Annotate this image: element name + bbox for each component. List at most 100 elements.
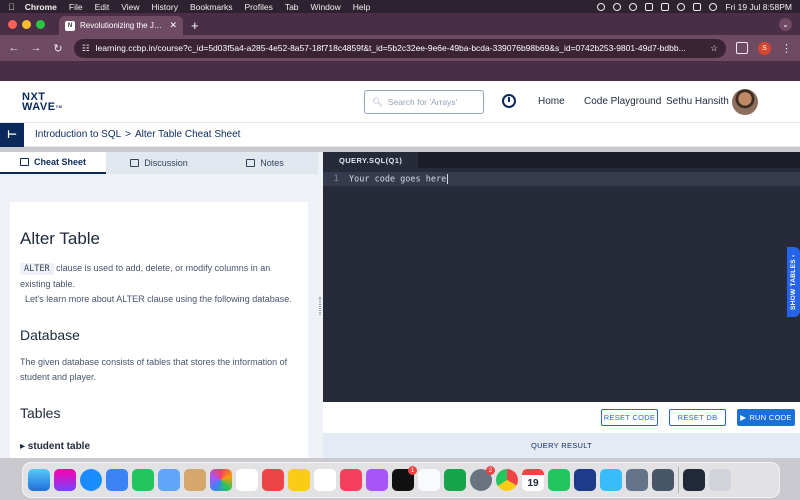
siri-icon[interactable] <box>709 2 718 11</box>
editor-line[interactable]: 1 Your code goes here <box>323 172 800 186</box>
reset-db-button[interactable]: RESET DB <box>669 409 726 426</box>
play-icon[interactable] <box>613 2 622 11</box>
freeform-icon[interactable] <box>314 469 336 491</box>
reset-code-button[interactable]: RESET CODE <box>601 409 658 426</box>
menu-history[interactable]: History <box>152 2 178 12</box>
calendar-icon[interactable]: 19 <box>522 469 544 491</box>
tab-search-chevron-icon[interactable]: ⌄ <box>779 18 792 31</box>
menu-bookmarks[interactable]: Bookmarks <box>190 2 233 12</box>
chrome-icon[interactable] <box>496 469 518 491</box>
quicktime-icon[interactable] <box>652 469 674 491</box>
forward-arrow-icon[interactable]: → <box>30 42 42 54</box>
database-text: The given database consists of tables th… <box>20 357 288 382</box>
apple-icon[interactable]:  <box>8 2 15 12</box>
play-icon: ▶ <box>740 413 747 422</box>
zoom-window-button[interactable] <box>36 19 45 29</box>
screen-window-icon[interactable] <box>683 469 705 491</box>
pages-icon[interactable] <box>418 469 440 491</box>
close-window-button[interactable] <box>8 19 17 29</box>
contacts-icon[interactable] <box>184 469 206 491</box>
new-tab-button[interactable]: + <box>191 16 199 35</box>
nav-home-link[interactable]: Home <box>538 96 565 107</box>
messages-icon[interactable] <box>548 469 570 491</box>
url-text[interactable]: learning.ccbp.in/course?c_id=5d03f5a4-a2… <box>96 43 705 53</box>
show-tables-button[interactable]: SHOW TABLES ‹ <box>787 247 800 317</box>
vscode-icon[interactable] <box>574 469 596 491</box>
search-icon[interactable] <box>677 2 686 11</box>
finder-icon[interactable] <box>28 469 50 491</box>
notes-app-icon[interactable] <box>288 469 310 491</box>
macos-dock: 1 2 19 <box>22 462 780 498</box>
address-bar[interactable]: ☷ learning.ccbp.in/course?c_id=5d03f5a4-… <box>74 38 726 58</box>
menu-help[interactable]: Help <box>353 2 370 12</box>
battery-icon[interactable] <box>645 2 654 11</box>
user-name[interactable]: Sethu Hansith <box>666 96 729 107</box>
podcasts-icon[interactable] <box>366 469 388 491</box>
bookmark-star-icon[interactable]: ☆ <box>710 43 718 54</box>
content-title: Alter Table <box>20 229 101 248</box>
tv-badge: 1 <box>408 466 417 475</box>
close-tab-icon[interactable]: ✕ <box>169 20 177 31</box>
status-app-icon[interactable] <box>597 2 606 11</box>
search-input[interactable]: 🔍︎ Search for 'Arrays' <box>364 90 484 114</box>
user-avatar[interactable] <box>732 89 758 115</box>
menu-window[interactable]: Window <box>311 2 341 12</box>
mail-icon[interactable] <box>106 469 128 491</box>
back-arrow-icon[interactable]: ← <box>8 42 20 54</box>
macos-menubar:  Chrome File Edit View History Bookmark… <box>0 0 800 13</box>
student-table-toggle[interactable]: ▸ student table <box>20 441 298 452</box>
music-icon[interactable] <box>340 469 362 491</box>
profile-avatar-icon[interactable]: S <box>758 41 771 55</box>
breadcrumb: Introduction to SQL > Alter Table Cheat … <box>35 129 240 140</box>
tab-cheat-sheet-label: Cheat Sheet <box>33 157 86 167</box>
minimize-window-button[interactable] <box>22 19 31 29</box>
sidebar-toggle-button[interactable]: ⊢ <box>0 122 24 147</box>
telegram-icon[interactable] <box>600 469 622 491</box>
tab-discussion[interactable]: Discussion <box>106 152 212 174</box>
vpn-icon[interactable] <box>629 2 638 11</box>
reminders-icon[interactable] <box>236 469 258 491</box>
launchpad-icon[interactable] <box>54 469 76 491</box>
menubar-clock[interactable]: Fri 19 Jul 8:58PM <box>725 2 792 12</box>
settings-icon[interactable]: 2 <box>470 466 495 491</box>
photos-icon[interactable] <box>210 469 232 491</box>
presentation-app-icon[interactable] <box>262 469 284 491</box>
extensions-icon[interactable] <box>736 42 748 54</box>
breadcrumb-bar: ⊢ Introduction to SQL > Alter Table Chea… <box>0 122 800 147</box>
timer-icon[interactable] <box>502 94 516 108</box>
trash-icon[interactable] <box>709 469 731 491</box>
menu-tab[interactable]: Tab <box>285 2 299 12</box>
numbers-icon[interactable] <box>444 469 466 491</box>
menu-profiles[interactable]: Profiles <box>244 2 272 12</box>
run-code-button[interactable]: ▶ RUN CODE <box>737 409 795 426</box>
breadcrumb-course[interactable]: Introduction to SQL <box>35 129 121 140</box>
preview-icon[interactable] <box>626 469 648 491</box>
facetime-icon[interactable] <box>132 469 154 491</box>
safari-icon[interactable] <box>80 469 102 491</box>
query-result-bar[interactable]: QUERY RESULT <box>323 433 800 458</box>
site-settings-icon[interactable]: ☷ <box>82 43 90 54</box>
nav-code-playground-link[interactable]: Code Playground <box>584 96 661 107</box>
chrome-menu-icon[interactable]: ⋮ <box>781 42 792 55</box>
breadcrumb-separator: > <box>125 129 132 140</box>
cheat-sheet-content[interactable]: Alter Table ALTER clause is used to add,… <box>10 202 308 458</box>
wifi-icon[interactable] <box>661 2 670 11</box>
menu-file[interactable]: File <box>69 2 83 12</box>
reload-icon[interactable]: ↻ <box>52 42 64 55</box>
browser-tab-active[interactable]: N Revolutionizing the Job Mark ✕ <box>59 16 183 35</box>
cheat-sheet-panel: Cheat Sheet Discussion Notes Alter Table… <box>0 152 318 458</box>
nxtwave-logo[interactable]: NXT WAVETM <box>22 91 62 112</box>
menu-view[interactable]: View <box>121 2 139 12</box>
browser-toolbar: ← → ↻ ☷ learning.ccbp.in/course?c_id=5d0… <box>0 35 800 61</box>
tab-cheat-sheet[interactable]: Cheat Sheet <box>0 152 106 174</box>
editor-tab-query[interactable]: QUERY.SQL(Q1) <box>323 152 419 168</box>
tables-heading: Tables <box>20 405 61 421</box>
menu-edit[interactable]: Edit <box>95 2 110 12</box>
code-editor[interactable]: QUERY.SQL(Q1) 1 Your code goes here SHOW… <box>323 152 800 402</box>
control-center-icon[interactable] <box>693 2 702 11</box>
app-store-icon[interactable] <box>158 469 180 491</box>
menu-app-chrome[interactable]: Chrome <box>25 2 57 12</box>
editor-placeholder-code[interactable]: Your code goes here <box>349 173 449 184</box>
tab-notes[interactable]: Notes <box>212 152 318 174</box>
tv-icon[interactable]: 1 <box>392 466 417 491</box>
